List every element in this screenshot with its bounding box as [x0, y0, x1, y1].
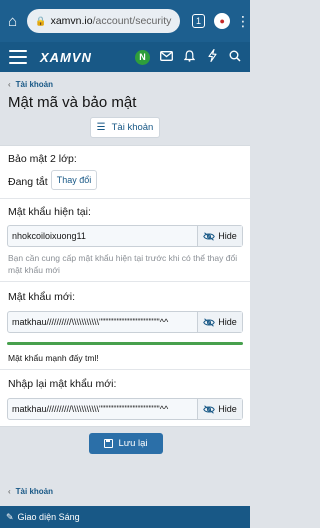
save-label: Lưu lại	[118, 438, 148, 449]
divider	[0, 281, 250, 282]
current-password-hide-toggle[interactable]: Hide	[197, 226, 242, 246]
avatar[interactable]: N	[135, 49, 150, 65]
hide-label: Hide	[218, 404, 237, 414]
lock-icon: 🔒	[35, 15, 47, 26]
current-password-label: Mật khẩu hiện tại:	[8, 206, 91, 218]
two-factor-status: Đang tắt	[8, 176, 48, 188]
current-password-hint: Bạn cần cung cấp mật khẩu hiện tại trước…	[8, 253, 238, 275]
bolt-icon[interactable]	[205, 48, 219, 65]
security-form: Bảo mật 2 lớp: Đang tắt Thay đổi Mật khẩ…	[0, 145, 250, 427]
url-path: /account/security	[92, 15, 172, 27]
url-host: xamvn.io	[50, 15, 93, 27]
save-button[interactable]: Lưu lại	[89, 433, 163, 454]
account-nav-button[interactable]: ☰ Tài khoản	[90, 117, 160, 138]
home-icon[interactable]: ⌂	[0, 13, 25, 30]
new-password-input[interactable]: matkhau//////////\\\\\\\\\\\""""""""""""…	[8, 312, 197, 332]
more-vert-icon[interactable]: ⋮	[236, 14, 250, 28]
eye-off-icon	[203, 231, 215, 241]
bell-icon[interactable]	[182, 49, 196, 65]
current-password-field[interactable]: nhokcoiloixuong11 Hide	[7, 225, 243, 247]
envelope-icon[interactable]	[159, 50, 173, 64]
confirm-password-input[interactable]: matkhau//////////\\\\\\\\\\\""""""""""""…	[8, 399, 197, 419]
browser-toolbar: ⌂ 🔒 xamvn.io /account/security 1 ● ⋮	[0, 0, 250, 42]
password-strength-text: Mật khẩu mạnh đấy tml!	[8, 353, 99, 363]
tabs-count-button[interactable]: 1	[191, 14, 206, 28]
breadcrumb-link[interactable]: Tài khoản	[16, 80, 53, 89]
eye-off-icon	[203, 404, 215, 414]
account-nav-label: Tài khoản	[111, 122, 154, 133]
password-strength-meter	[7, 342, 243, 345]
two-factor-change-button[interactable]: Thay đổi	[51, 170, 97, 190]
divider	[0, 369, 250, 370]
hide-label: Hide	[218, 231, 237, 241]
breadcrumb[interactable]: ‹ Tài khoản	[8, 80, 53, 89]
site-header: XAMVN N	[0, 42, 250, 72]
current-password-input[interactable]: nhokcoiloixuong11	[8, 226, 197, 246]
chevron-left-icon: ‹	[8, 487, 11, 496]
breadcrumb-bottom[interactable]: ‹ Tài khoản	[8, 487, 53, 496]
address-bar[interactable]: 🔒 xamvn.io /account/security	[27, 9, 180, 33]
confirm-password-hide-toggle[interactable]: Hide	[197, 399, 242, 419]
footer: ✎ Giao diện Sáng	[0, 506, 250, 528]
save-icon	[104, 439, 114, 448]
new-password-field[interactable]: matkhau//////////\\\\\\\\\\\""""""""""""…	[7, 311, 243, 333]
style-chooser-link[interactable]: Giao diện Sáng	[18, 512, 80, 522]
page-title: Mật mã và bảo mật	[8, 94, 137, 111]
search-icon[interactable]	[228, 50, 242, 65]
chevron-left-icon: ‹	[8, 80, 11, 89]
confirm-password-field[interactable]: matkhau//////////\\\\\\\\\\\""""""""""""…	[7, 398, 243, 420]
divider	[0, 198, 250, 199]
new-password-hide-toggle[interactable]: Hide	[197, 312, 242, 332]
eye-off-icon	[203, 317, 215, 327]
breadcrumb-link[interactable]: Tài khoản	[16, 487, 53, 496]
new-password-label: Mật khẩu mới:	[8, 291, 75, 303]
menu-bars-icon: ☰	[96, 122, 106, 133]
confirm-password-label: Nhập lại mật khẩu mới:	[8, 378, 117, 390]
hamburger-menu-icon[interactable]	[9, 50, 27, 64]
site-logo[interactable]: XAMVN	[40, 50, 92, 65]
two-factor-label: Bảo mật 2 lớp:	[8, 153, 77, 165]
hide-label: Hide	[218, 317, 237, 327]
extension-icon[interactable]: ●	[214, 13, 231, 29]
paint-brush-icon: ✎	[6, 511, 14, 522]
